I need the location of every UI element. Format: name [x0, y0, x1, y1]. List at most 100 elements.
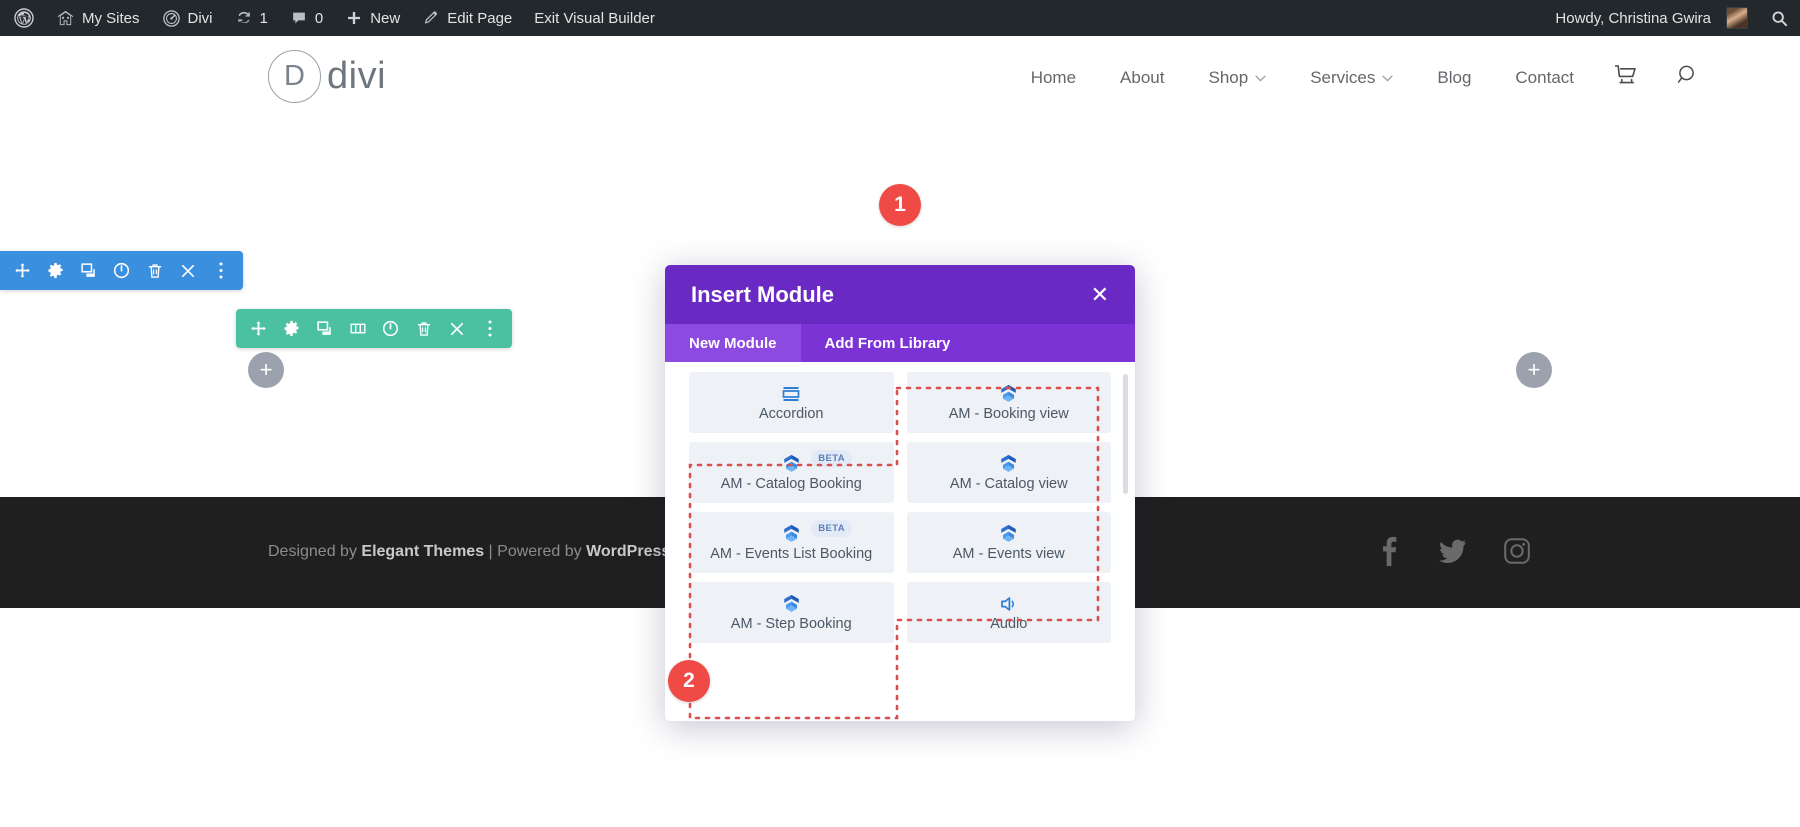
- insert-module-modal: Insert Module ✕ New Module Add From Libr…: [665, 265, 1135, 721]
- footer-credit-brand-elegant-themes[interactable]: Elegant Themes: [361, 543, 484, 560]
- updates-icon: [235, 9, 253, 27]
- module-card-label: AM - Catalog view: [950, 477, 1068, 493]
- admin-bar-edit-page[interactable]: Edit Page: [411, 0, 523, 36]
- beta-badge: BETA: [811, 450, 852, 467]
- site-search-button[interactable]: [1658, 63, 1718, 92]
- chevron-down-icon: [1382, 73, 1393, 85]
- footer-credit-middle: | Powered by: [484, 543, 586, 560]
- nav-item-shop-label: Shop: [1208, 68, 1248, 88]
- footer-social-links: [1374, 533, 1532, 569]
- columns-icon[interactable]: [341, 313, 374, 345]
- footer-credit-brand-wordpress[interactable]: WordPress: [586, 543, 670, 560]
- power-icon[interactable]: [374, 313, 407, 345]
- module-grid: Accordion AM - Booking view BETA AM - Ca…: [689, 372, 1111, 643]
- amelia-cube-icon: [781, 453, 802, 475]
- module-card-accordion[interactable]: Accordion: [689, 372, 894, 433]
- trash-icon[interactable]: [407, 313, 440, 345]
- search-icon: [1676, 63, 1700, 92]
- more-vertical-icon[interactable]: [204, 255, 237, 287]
- admin-bar-howdy[interactable]: Howdy, Christina Gwira: [1544, 0, 1759, 36]
- admin-bar-my-sites[interactable]: My Sites: [45, 0, 151, 36]
- modal-tabs: New Module Add From Library: [665, 324, 1135, 362]
- close-icon[interactable]: [171, 255, 204, 287]
- close-icon[interactable]: [440, 313, 473, 345]
- module-card-label: AM - Catalog Booking: [721, 477, 862, 493]
- admin-bar-exit-visual-builder-label: Exit Visual Builder: [534, 10, 655, 27]
- power-icon[interactable]: [105, 255, 138, 287]
- module-card-label: Accordion: [759, 407, 823, 423]
- annotation-badge-1: 1: [879, 184, 921, 226]
- footer-credit-prefix: Designed by: [268, 543, 361, 560]
- admin-bar-howdy-label: Howdy, Christina Gwira: [1555, 10, 1711, 27]
- audio-speaker-icon: [999, 593, 1019, 615]
- module-card-label: AM - Events List Booking: [710, 546, 872, 563]
- chevron-down-icon: [1255, 73, 1266, 85]
- divi-dashboard-icon: [162, 9, 181, 28]
- tab-add-from-library[interactable]: Add From Library: [801, 324, 975, 362]
- instagram-icon[interactable]: [1502, 533, 1532, 569]
- admin-bar-updates[interactable]: 1: [224, 0, 279, 36]
- module-card-label: AM - Booking view: [949, 407, 1069, 423]
- nav-item-about[interactable]: About: [1098, 68, 1186, 88]
- wordpress-logo-icon: [14, 8, 34, 28]
- annotation-badge-2: 2: [668, 660, 710, 702]
- admin-bar-exit-visual-builder[interactable]: Exit Visual Builder: [523, 0, 666, 36]
- section-toolbar[interactable]: [0, 251, 243, 290]
- nav-item-home[interactable]: Home: [1009, 68, 1098, 88]
- module-card-audio[interactable]: Audio: [907, 582, 1112, 643]
- gear-icon[interactable]: [275, 313, 308, 345]
- duplicate-icon[interactable]: [308, 313, 341, 345]
- module-card-am-events-view[interactable]: AM - Events view: [907, 512, 1112, 573]
- annotation-badge-1-label: 1: [894, 193, 906, 217]
- amelia-cube-icon: [998, 383, 1019, 405]
- admin-bar-wordpress-logo[interactable]: [0, 0, 45, 36]
- facebook-icon[interactable]: [1374, 533, 1404, 569]
- nav-item-blog-label: Blog: [1437, 68, 1471, 88]
- row-toolbar[interactable]: [236, 309, 512, 348]
- nav-item-services[interactable]: Services: [1288, 68, 1415, 88]
- tab-add-from-library-label: Add From Library: [825, 335, 951, 352]
- plus-icon: +: [1528, 359, 1541, 381]
- twitter-icon[interactable]: [1438, 533, 1468, 569]
- gear-icon[interactable]: [39, 255, 72, 287]
- module-card-am-events-list-booking[interactable]: BETA AM - Events List Booking: [689, 512, 894, 573]
- module-card-am-booking-view[interactable]: AM - Booking view: [907, 372, 1112, 433]
- add-row-right-button[interactable]: +: [1516, 352, 1552, 388]
- admin-bar-my-sites-label: My Sites: [82, 10, 140, 27]
- admin-bar-new[interactable]: New: [334, 0, 411, 36]
- close-icon[interactable]: ✕: [1091, 284, 1109, 306]
- module-list-scrollbar[interactable]: [1123, 374, 1128, 494]
- admin-bar-comments[interactable]: 0: [279, 0, 334, 36]
- pencil-icon: [422, 9, 440, 27]
- beta-badge: BETA: [811, 520, 852, 537]
- move-icon[interactable]: [6, 255, 39, 287]
- admin-bar-edit-page-label: Edit Page: [447, 10, 512, 27]
- more-vertical-icon[interactable]: [473, 313, 506, 345]
- tab-new-module[interactable]: New Module: [665, 324, 801, 362]
- admin-bar-search[interactable]: [1759, 0, 1800, 36]
- nav-item-about-label: About: [1120, 68, 1164, 88]
- trash-icon[interactable]: [138, 255, 171, 287]
- nav-item-shop[interactable]: Shop: [1186, 68, 1288, 88]
- nav-item-blog[interactable]: Blog: [1415, 68, 1493, 88]
- admin-bar-divi-label: Divi: [188, 10, 213, 27]
- module-card-am-catalog-view[interactable]: AM - Catalog view: [907, 442, 1112, 503]
- duplicate-icon[interactable]: [72, 255, 105, 287]
- module-card-am-catalog-booking[interactable]: BETA AM - Catalog Booking: [689, 442, 894, 503]
- nav-item-contact[interactable]: Contact: [1493, 68, 1596, 88]
- primary-navigation: Home About Shop Services Blog Contact: [1009, 36, 1718, 119]
- module-card-am-step-booking[interactable]: AM - Step Booking: [689, 582, 894, 643]
- site-logo[interactable]: D divi: [268, 50, 386, 103]
- cart-button[interactable]: [1596, 64, 1658, 91]
- site-logo-text: divi: [327, 55, 386, 98]
- modal-header: Insert Module ✕: [665, 265, 1135, 324]
- site-header: D divi Home About Shop Services Blog Con…: [0, 36, 1800, 119]
- move-icon[interactable]: [242, 313, 275, 345]
- module-card-label: AM - Events view: [953, 547, 1065, 563]
- amelia-cube-icon: [998, 453, 1019, 475]
- amelia-cube-icon: [781, 522, 802, 544]
- add-row-left-button[interactable]: +: [248, 352, 284, 388]
- admin-bar-new-label: New: [370, 10, 400, 27]
- admin-bar-comments-count: 0: [315, 10, 323, 27]
- admin-bar-divi[interactable]: Divi: [151, 0, 224, 36]
